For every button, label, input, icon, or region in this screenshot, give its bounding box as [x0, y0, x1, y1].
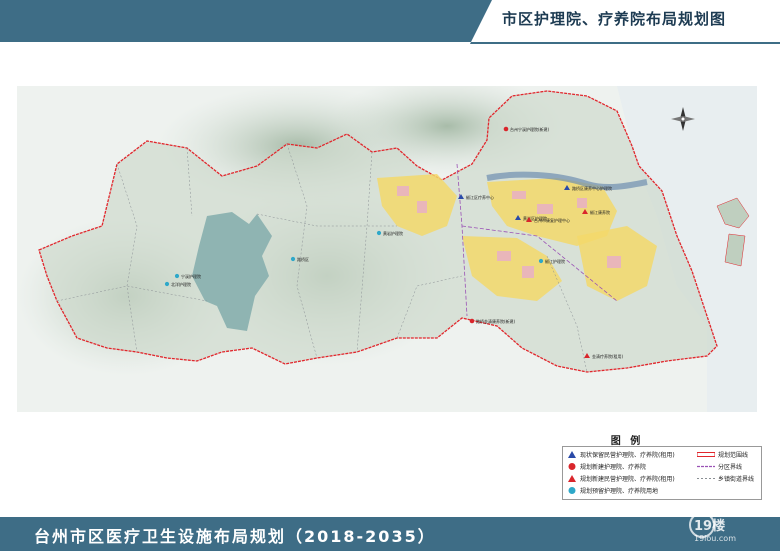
svg-text:北洋护理院: 北洋护理院 — [171, 281, 191, 287]
map-canvas[interactable]: 台州宁溪护理院(新建) 路桥区康养中心护理院 椒江区疗养中心 黄岩区护理院 台州… — [17, 86, 757, 412]
svg-text:椒江康养院: 椒江康养院 — [590, 209, 610, 215]
legend-item: 分区界线 — [697, 461, 742, 471]
svg-text:黄岩护理院: 黄岩护理院 — [383, 230, 403, 236]
legend-item: 现状保留民营护理院、疗养院(租用) — [567, 449, 675, 459]
legend-item: 规划新建护理院、疗养院 — [567, 461, 646, 471]
map-legend: 图 例 现状保留民营护理院、疗养院(租用) 规划新建护理院、疗养院 规划新建民营… — [562, 432, 762, 500]
legend-box: 现状保留民营护理院、疗养院(租用) 规划新建护理院、疗养院 规划新建民营护理院、… — [562, 446, 762, 500]
watermark-brand: 19楼 — [694, 518, 725, 534]
red-triangle-icon — [567, 474, 577, 483]
gray-boundary-line-icon — [697, 476, 715, 481]
map-title: 市区护理院、疗养院布局规划图 — [502, 10, 727, 28]
watermark-site: 19lou.com — [694, 534, 736, 543]
facility-marker[interactable]: 路桥区康养中心护理院 — [564, 185, 612, 191]
svg-text:椒江区疗养中心: 椒江区疗养中心 — [466, 194, 494, 200]
purple-boundary-line-icon — [697, 464, 715, 469]
facility-marker[interactable]: 路桥金清康养院(新建) — [469, 318, 516, 324]
legend-title: 图 例 — [610, 436, 644, 447]
footer-bar: 台州市区医疗卫生设施布局规划（2018-2035） — [0, 517, 780, 551]
facility-marker[interactable]: 台州宁溪护理院(新建) — [503, 126, 550, 132]
svg-text:路桥金清康养院(新建): 路桥金清康养院(新建) — [476, 318, 516, 324]
red-circle-icon — [567, 462, 577, 471]
blue-triangle-icon — [567, 450, 577, 459]
svg-text:路桥区康养中心护理院: 路桥区康养中心护理院 — [572, 185, 612, 191]
legend-item: 规划预留护理院、疗养院用地 — [567, 485, 658, 495]
legend-item: 规划范围线 — [696, 449, 748, 459]
svg-text:台州市康复护理中心: 台州市康复护理中心 — [534, 217, 570, 223]
legend-item: 乡镇街道界线 — [697, 473, 754, 483]
svg-text:宁溪护理院: 宁溪护理院 — [181, 273, 201, 279]
svg-text:路桥区: 路桥区 — [297, 256, 309, 262]
svg-text:椒江护理院: 椒江护理院 — [545, 258, 565, 264]
legend-item: 规划新建民营护理院、疗养院(租用) — [567, 473, 675, 483]
svg-text:金清疗养院(租用): 金清疗养院(租用) — [592, 353, 624, 359]
cyan-circle-icon — [567, 486, 577, 495]
red-boundary-line-icon — [696, 451, 716, 457]
svg-text:台州宁溪护理院(新建): 台州宁溪护理院(新建) — [510, 126, 550, 132]
footer-title: 台州市区医疗卫生设施布局规划（2018-2035） — [34, 527, 436, 546]
